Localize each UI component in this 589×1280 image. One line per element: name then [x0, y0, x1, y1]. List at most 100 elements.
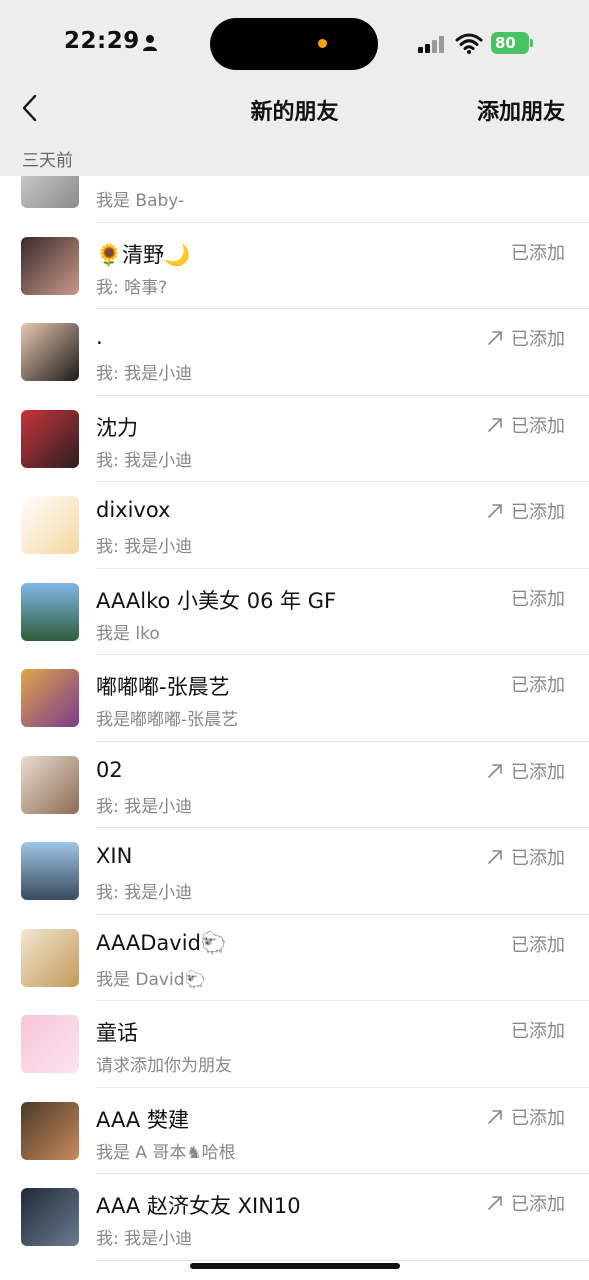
status-label: 已添加: [511, 242, 565, 264]
section-header: 三天前: [0, 136, 589, 176]
contact-name: 嘟嘟嘟-张晨艺: [96, 675, 230, 699]
request-status: 已添加: [511, 239, 565, 265]
contact-name: 沈力: [96, 415, 138, 440]
friend-request-row[interactable]: dixivox 我: 我是小迪 已添加: [0, 482, 589, 569]
avatar[interactable]: [21, 1101, 79, 1160]
avatar[interactable]: [21, 496, 79, 554]
friend-request-row[interactable]: AAADavid🐑 我是 David🐑 已添加: [0, 914, 589, 1001]
request-message: 我是 David🐑: [96, 969, 206, 990]
status-label: 已添加: [511, 1107, 565, 1129]
friend-request-row[interactable]: . 我: 我是小迪 已添加: [0, 309, 589, 396]
nav-bar: 新的朋友 添加朋友: [0, 86, 589, 136]
request-status: 已添加: [511, 585, 565, 611]
request-status: 已添加: [511, 1017, 565, 1043]
friend-request-row[interactable]: AAA 樊建我是 A 哥本♞哈根 已添加: [0, 1087, 589, 1174]
person-icon: [143, 35, 157, 51]
battery-tip: [530, 39, 533, 47]
outgoing-arrow-icon: [488, 1109, 502, 1124]
status-time: 22:29: [64, 28, 140, 54]
contact-name: 🌻清野🌙: [96, 242, 191, 267]
request-message: 我: 我是小迪: [96, 450, 193, 471]
status-label: 已添加: [511, 502, 565, 523]
request-message: 我: 我是小迪: [96, 796, 193, 817]
dynamic-island: [210, 18, 378, 70]
request-message: 请求添加你为朋友: [96, 1056, 232, 1076]
top-bar: 22:29 80 新的朋友 添加朋友: [0, 0, 589, 136]
avatar[interactable]: [21, 323, 79, 381]
request-status: 已添加: [487, 325, 565, 351]
cellular-signal-icon: [418, 36, 444, 53]
outgoing-arrow-icon: [488, 763, 502, 778]
friend-request-row[interactable]: 02 我: 我是小迪 已添加: [0, 741, 589, 828]
request-message: 我: 啥事?: [96, 277, 168, 298]
contact-name: 童话: [96, 1021, 138, 1045]
status-label: 已添加: [511, 415, 565, 437]
request-status: 已添加: [487, 758, 565, 784]
request-message: 我是嘟嘟嘟-张晨艺: [96, 710, 239, 730]
avatar[interactable]: [21, 928, 79, 987]
outgoing-arrow-icon: [488, 331, 502, 345]
status-label: 已添加: [511, 588, 565, 610]
contact-name: AAADavid🐑: [96, 930, 228, 955]
outgoing-arrow-icon: [488, 504, 502, 518]
request-status: 已添加: [511, 931, 565, 957]
status-label: 已添加: [511, 329, 565, 350]
outgoing-arrow-icon: [488, 850, 502, 864]
add-friend-button[interactable]: 添加朋友: [477, 94, 565, 126]
contact-name: dixivox: [96, 498, 171, 522]
battery-level: 80: [491, 32, 529, 54]
battery-indicator: 80: [491, 32, 535, 54]
section-label: 三天前: [22, 151, 73, 171]
avatar[interactable]: [21, 1188, 79, 1246]
friend-request-row[interactable]: 沈力我: 我是小迪 已添加: [0, 395, 589, 482]
request-status: 已添加: [487, 412, 565, 438]
recording-dot: [318, 39, 327, 48]
wifi-icon: [455, 33, 483, 54]
request-message: 我是 Baby-: [96, 191, 185, 211]
outgoing-arrow-icon: [488, 1196, 502, 1210]
avatar[interactable]: [21, 582, 79, 641]
request-message: 我: 我是小迪: [96, 883, 193, 903]
avatar[interactable]: [21, 1015, 79, 1073]
contact-name: AAAlko 小美女 06 年 GF: [96, 588, 337, 613]
request-message: 我: 我是小迪: [96, 364, 193, 384]
friend-request-row[interactable]: 🌻清野🌙 我: 啥事? 已添加: [0, 222, 589, 309]
request-message: 我是 lko: [96, 623, 160, 644]
outgoing-arrow-icon: [488, 417, 502, 432]
avatar[interactable]: [21, 409, 79, 468]
row-divider: [96, 1259, 589, 1261]
status-label: 已添加: [511, 1194, 565, 1215]
friend-request-row[interactable]: 童话请求添加你为朋友 已添加: [0, 1001, 589, 1088]
status-label: 已添加: [511, 176, 565, 177]
contact-name: AAA 赵济女友 XIN10: [96, 1194, 301, 1218]
friend-request-list: Baby-我是 Baby-已添加🌻清野🌙我: 啥事?已添加.我: 我是小迪已添加…: [0, 176, 589, 1280]
request-status: 已添加: [487, 498, 565, 524]
avatar[interactable]: [21, 669, 79, 727]
status-label: 已添加: [511, 1021, 565, 1042]
friend-request-row[interactable]: AAAlko 小美女 06 年 GF 我是 lko 已添加: [0, 568, 589, 655]
request-status: 已添加: [511, 671, 565, 697]
avatar[interactable]: [21, 755, 79, 814]
contact-name: XIN: [96, 844, 133, 868]
avatar[interactable]: [21, 236, 79, 295]
status-label: 已添加: [511, 675, 565, 696]
friend-request-row[interactable]: AAA 赵济女友 XIN10 我: 我是小迪 已添加: [0, 1174, 589, 1261]
friend-request-row[interactable]: XIN 我: 我是小迪 已添加: [0, 828, 589, 915]
request-message: 我是 A 哥本♞哈根: [96, 1142, 236, 1163]
avatar[interactable]: [21, 176, 79, 208]
status-label: 已添加: [511, 934, 565, 956]
contact-name: AAA 樊建: [96, 1107, 189, 1132]
request-status: 已添加: [487, 1190, 565, 1216]
friend-request-row[interactable]: 嘟嘟嘟-张晨艺我是嘟嘟嘟-张晨艺 已添加: [0, 655, 589, 742]
friend-request-row[interactable]: Baby-我是 Baby-已添加: [0, 176, 589, 223]
avatar[interactable]: [21, 842, 79, 900]
request-status: 已添加: [487, 1104, 565, 1130]
home-indicator[interactable]: [190, 1263, 400, 1269]
request-message: 我: 我是小迪: [96, 537, 193, 557]
request-message: 我: 我是小迪: [96, 1229, 193, 1249]
contact-name: .: [96, 325, 103, 349]
contact-name: 02: [96, 757, 123, 782]
request-status: 已添加: [511, 176, 565, 178]
status-bar: 22:29 80: [0, 0, 589, 86]
status-label: 已添加: [511, 761, 565, 783]
